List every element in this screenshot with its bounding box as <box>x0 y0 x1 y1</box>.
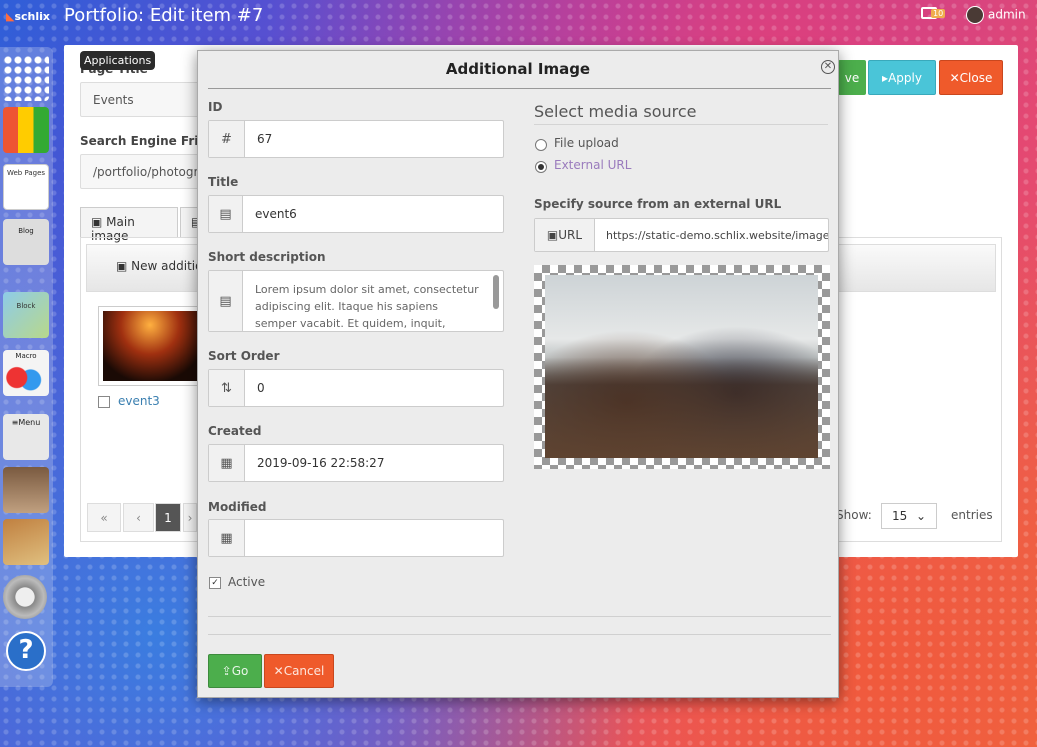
hash-icon: # <box>209 121 245 157</box>
help-icon[interactable]: ? <box>6 631 46 671</box>
close-icon: ✕ <box>273 664 284 678</box>
tab-main-image[interactable]: ▣ Main image <box>80 207 178 243</box>
created-label: Created <box>208 424 262 438</box>
users-icon[interactable] <box>3 467 49 513</box>
title-label: Title <box>208 175 239 189</box>
notification-badge: 10 <box>931 9 946 18</box>
additional-image-dialog: Additional Image ✕ ID # 67 Title ▤ event… <box>197 50 839 698</box>
url-addon: ▣ URL <box>535 219 595 251</box>
calendar-icon: ▦ <box>209 520 245 556</box>
external-url-label[interactable]: External URL <box>554 158 631 172</box>
textarea-scrollbar[interactable] <box>493 275 499 309</box>
sidebar: Web Pages Blog Block Macro ≡Menu ? <box>0 47 53 687</box>
show-label: Show: <box>836 508 872 522</box>
title-divider <box>208 88 831 89</box>
title-value[interactable]: event6 <box>243 196 503 232</box>
footer-divider <box>208 616 831 617</box>
external-url-radio[interactable] <box>535 161 547 173</box>
id-value[interactable]: 67 <box>245 121 503 157</box>
macro-icon[interactable]: Macro <box>3 350 49 396</box>
pager-first[interactable]: « <box>87 503 121 532</box>
upload-icon: ⇪ <box>221 664 232 678</box>
pager-current[interactable]: 1 <box>155 503 181 532</box>
entries-label: entries <box>951 508 993 522</box>
item-caption[interactable]: event3 <box>118 394 160 408</box>
file-upload-label[interactable]: File upload <box>554 136 619 150</box>
logo[interactable]: ◣schlix <box>6 10 50 23</box>
short-description-label: Short description <box>208 250 326 264</box>
notifications-button[interactable]: 10 <box>921 6 946 24</box>
image-icon: ▣ <box>116 259 132 273</box>
item-checkbox[interactable] <box>98 396 110 408</box>
url-source-label: Specify source from an external URL <box>534 197 782 211</box>
new-additional-button[interactable]: ▣ New additio <box>116 259 202 273</box>
page-size-select[interactable]: 15 ⌄ <box>881 503 937 529</box>
username: admin <box>988 7 1026 22</box>
title-field[interactable]: ▤ event6 <box>208 195 504 233</box>
save-button[interactable]: ve <box>838 60 866 95</box>
created-field[interactable]: ▦ 2019-09-16 22:58:27 <box>208 444 504 482</box>
close-button[interactable]: ✕ Close <box>939 60 1003 95</box>
grid-icon[interactable] <box>3 55 49 101</box>
document-icon: ▤ <box>209 196 243 232</box>
menu-icon[interactable]: ≡Menu <box>3 414 49 460</box>
cancel-button[interactable]: ✕ Cancel <box>264 654 334 688</box>
blog-icon[interactable]: Blog <box>3 219 49 265</box>
modified-field[interactable]: ▦ <box>208 519 504 557</box>
sort-icon: ⇅ <box>209 370 245 406</box>
footer-divider <box>208 634 831 635</box>
sort-order-field[interactable]: ⇅ 0 <box>208 369 504 407</box>
thumbnail-image <box>103 311 197 381</box>
tools-icon[interactable] <box>3 519 49 565</box>
id-field[interactable]: # 67 <box>208 120 504 158</box>
sort-order-value[interactable]: 0 <box>245 370 503 406</box>
url-field[interactable]: ▣ URL https://static-demo.schlix.website… <box>534 218 829 252</box>
close-icon[interactable]: ✕ <box>821 60 835 74</box>
pager-next[interactable]: › <box>183 503 197 532</box>
image-icon: ▣ <box>91 215 107 229</box>
gear-icon[interactable] <box>3 575 47 619</box>
applications-tooltip: Applications <box>80 51 156 70</box>
avatar <box>966 6 984 24</box>
modified-label: Modified <box>208 500 267 514</box>
preview-photo <box>545 275 818 458</box>
media-source-title: Select media source <box>534 102 697 121</box>
url-input[interactable]: https://static-demo.schlix.website/image… <box>595 219 828 251</box>
document-icon: ▤ <box>209 271 243 331</box>
id-label: ID <box>208 100 223 114</box>
go-button[interactable]: ⇪ Go <box>208 654 262 688</box>
pager-prev[interactable]: ‹ <box>123 503 154 532</box>
created-value[interactable]: 2019-09-16 22:58:27 <box>245 445 503 481</box>
image-preview <box>534 265 830 469</box>
file-upload-radio[interactable] <box>535 139 547 151</box>
close-icon: ✕ <box>949 70 960 85</box>
active-checkbox[interactable]: ✓ <box>209 577 221 589</box>
calendar-icon: ▦ <box>209 445 245 481</box>
sort-order-label: Sort Order <box>208 349 280 363</box>
modified-value[interactable] <box>245 520 503 556</box>
page-title: Portfolio: Edit item #7 <box>64 5 264 26</box>
gallery-thumbnail[interactable] <box>98 306 202 386</box>
web-pages-icon[interactable]: Web Pages <box>3 164 49 210</box>
active-label: Active <box>228 575 266 589</box>
user-menu[interactable]: admin <box>966 6 1026 24</box>
chevron-down-icon: ⌄ <box>915 509 926 523</box>
image-icon: ▣ <box>546 228 559 242</box>
short-description-field[interactable]: ▤ Lorem ipsum dolor sit amet, consectetu… <box>208 270 504 332</box>
apply-button[interactable]: ▸ Apply <box>868 60 936 95</box>
applications-icon[interactable] <box>3 107 49 153</box>
top-bar: ◣schlix Portfolio: Edit item #7 10 admin <box>0 0 1037 34</box>
short-description-textarea[interactable]: Lorem ipsum dolor sit amet, consectetur … <box>243 271 503 331</box>
block-icon[interactable]: Block <box>3 292 49 338</box>
dialog-title: Additional Image <box>445 60 591 78</box>
media-source-divider <box>534 124 828 125</box>
